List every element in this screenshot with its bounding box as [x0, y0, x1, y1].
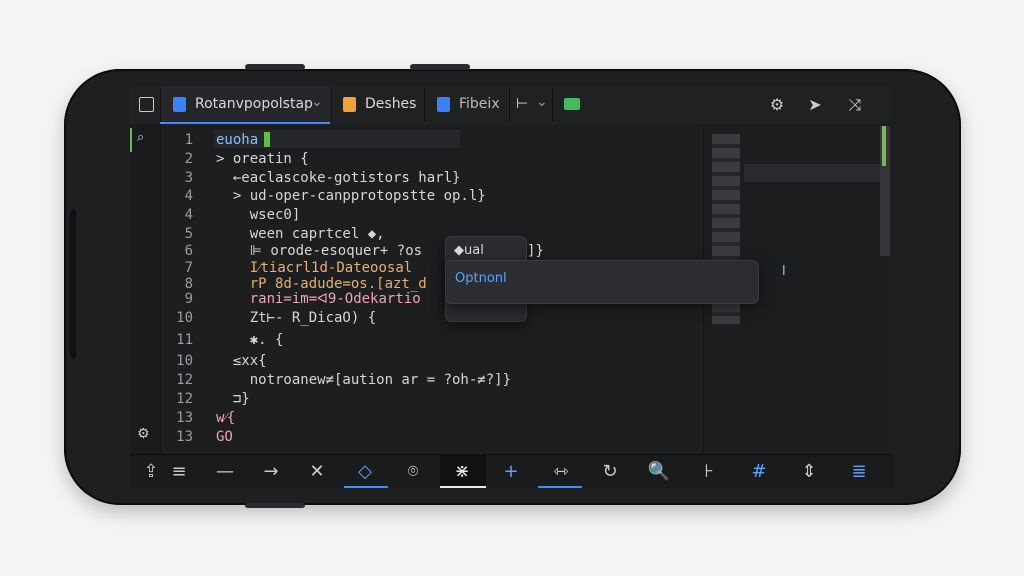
code-line: > ud-oper-canpprotopstte op.l} [216, 188, 486, 204]
autocomplete-popup-large[interactable]: Optnonl [445, 260, 759, 304]
code-line: ⊐} [216, 391, 250, 407]
diamond-icon[interactable]: ◇ [350, 459, 380, 485]
line-number: 13 [176, 429, 193, 445]
code-line: > oreatin { [216, 151, 309, 167]
tab-label: Fibeix [459, 96, 500, 112]
minimap-highlight [744, 164, 880, 182]
active-tab-indicator [160, 122, 330, 124]
hash-icon[interactable]: # [744, 459, 774, 485]
line-number: 3 [184, 170, 193, 186]
line-number: 12 [176, 391, 193, 407]
active-marker [130, 128, 132, 152]
split-icon: ⊢ [516, 96, 529, 112]
refresh-icon[interactable]: ↻ [595, 459, 625, 485]
plus-icon[interactable]: + [496, 459, 526, 485]
line-number: 4 [184, 188, 193, 204]
list-icon[interactable]: ≡ [164, 459, 194, 485]
suggestion-suffix: ]} [527, 243, 544, 259]
line-number: 12 [176, 372, 193, 388]
active-tool-indicator [344, 486, 388, 488]
code-line: wsec0] [216, 207, 301, 223]
phone-notch [70, 209, 76, 359]
tab-fibeix[interactable]: Fibeix [425, 86, 509, 124]
code-line: GO [216, 429, 233, 445]
gear-icon[interactable]: ⚙ [766, 95, 788, 115]
cursor-icon[interactable]: ⊦ [694, 459, 724, 485]
bottom-toolbar: ⇪ ≡ — → ✕ ◇ ⌾ ⋇ + ⇿ ↻ 🔍 ⊦ # ⇕ ≣ [130, 454, 893, 488]
line-number: 4 [184, 207, 193, 223]
camera-icon[interactable]: ⌾ [398, 459, 428, 485]
tab-split-menu[interactable]: ⊢ ⌄ [510, 86, 552, 124]
code-line: ←eaclascoke-gotistors harl} [216, 170, 461, 186]
zoom-icon[interactable]: 🔍 [644, 459, 674, 485]
sidebar-toggle-button[interactable] [139, 97, 154, 112]
file-icon [173, 97, 186, 112]
tool-indicator [538, 486, 582, 488]
code-line: Zt⊢- R_DicaO) { [216, 310, 377, 326]
line-number: 11 [176, 332, 193, 348]
arrow-right-icon[interactable]: → [256, 459, 286, 485]
line-number: 13 [176, 410, 193, 426]
code-line: rani=im=ᐊ9-Odekartio [216, 291, 421, 307]
dash-icon[interactable]: — [210, 459, 240, 485]
tab-rotanvpopolstap[interactable]: Rotanvpopolstap ⌄ [161, 86, 331, 124]
menu-icon[interactable]: ≣ [844, 459, 874, 485]
line-number: 2 [184, 151, 193, 167]
text-cursor [264, 132, 270, 147]
suggestion-option[interactable]: Optnonl [455, 271, 507, 286]
search-icon[interactable]: ⌕ [137, 130, 144, 145]
chevron-down-icon[interactable]: ⌄ [311, 94, 323, 110]
indent-icon[interactable]: ⇪ [136, 459, 166, 485]
tab-folder-green[interactable] [553, 86, 593, 124]
line-number: 7 [184, 260, 193, 276]
scroll-thumb[interactable] [882, 126, 886, 166]
resize-icon[interactable]: ⇕ [794, 459, 824, 485]
close-icon[interactable]: ✕ [302, 459, 332, 485]
chevron-down-icon: ⌄ [536, 94, 548, 110]
popup-aside-text: l [782, 264, 786, 279]
code-line: ween caprtcel ◆, [216, 226, 385, 242]
code-line: I⁄tiacrl1d-Dateoosal [216, 260, 413, 276]
move-icon[interactable]: ⇿ [546, 459, 576, 485]
line-number: 5 [184, 226, 193, 242]
line-number: 6 [184, 243, 193, 259]
activity-gutter: ⌕ ⚙ [130, 124, 161, 454]
code-line: ✱. { [216, 332, 284, 348]
folder-icon [343, 97, 356, 112]
tab-label: Rotanvpopolstap [195, 96, 313, 112]
line-number: 10 [176, 310, 193, 326]
line-number: 9 [184, 291, 193, 307]
selected-tool-indicator [440, 486, 486, 488]
send-icon[interactable]: ➤ [804, 95, 826, 115]
volume-button [245, 64, 305, 70]
split-tool-icon[interactable]: ⋇ [447, 459, 477, 485]
code-line: rP 8d-adude=os.[azt_d [216, 276, 427, 292]
code-line: notroanew≠[aution ar = ?oh-≠?]} [216, 372, 512, 388]
code-line: ≤xx{ [216, 353, 267, 369]
tab-bar: Rotanvpopolstap ⌄ Deshes Fibeix ⊢ ⌄ ⚙ ➤ … [130, 86, 893, 124]
side-button [245, 503, 305, 508]
tab-label: Deshes [365, 96, 417, 112]
collapse-icon[interactable]: ⤨ [844, 95, 866, 115]
line-number: 1 [184, 132, 193, 148]
line-number: 8 [184, 276, 193, 292]
editor-screen: Rotanvpopolstap ⌄ Deshes Fibeix ⊢ ⌄ ⚙ ➤ … [130, 86, 893, 488]
power-button [410, 64, 470, 70]
settings-icon[interactable]: ⚙ [137, 426, 150, 442]
line-number: 10 [176, 353, 193, 369]
folder-icon [564, 98, 580, 110]
code-line: w⁄{ [216, 410, 236, 426]
file-icon [437, 97, 450, 112]
code-line: euoha [216, 132, 259, 148]
tab-deshes[interactable]: Deshes [332, 86, 424, 124]
code-line: ⊫ orode-esoquer+ ?os [216, 243, 423, 259]
suggestion-label[interactable]: ◆ual [454, 243, 484, 258]
